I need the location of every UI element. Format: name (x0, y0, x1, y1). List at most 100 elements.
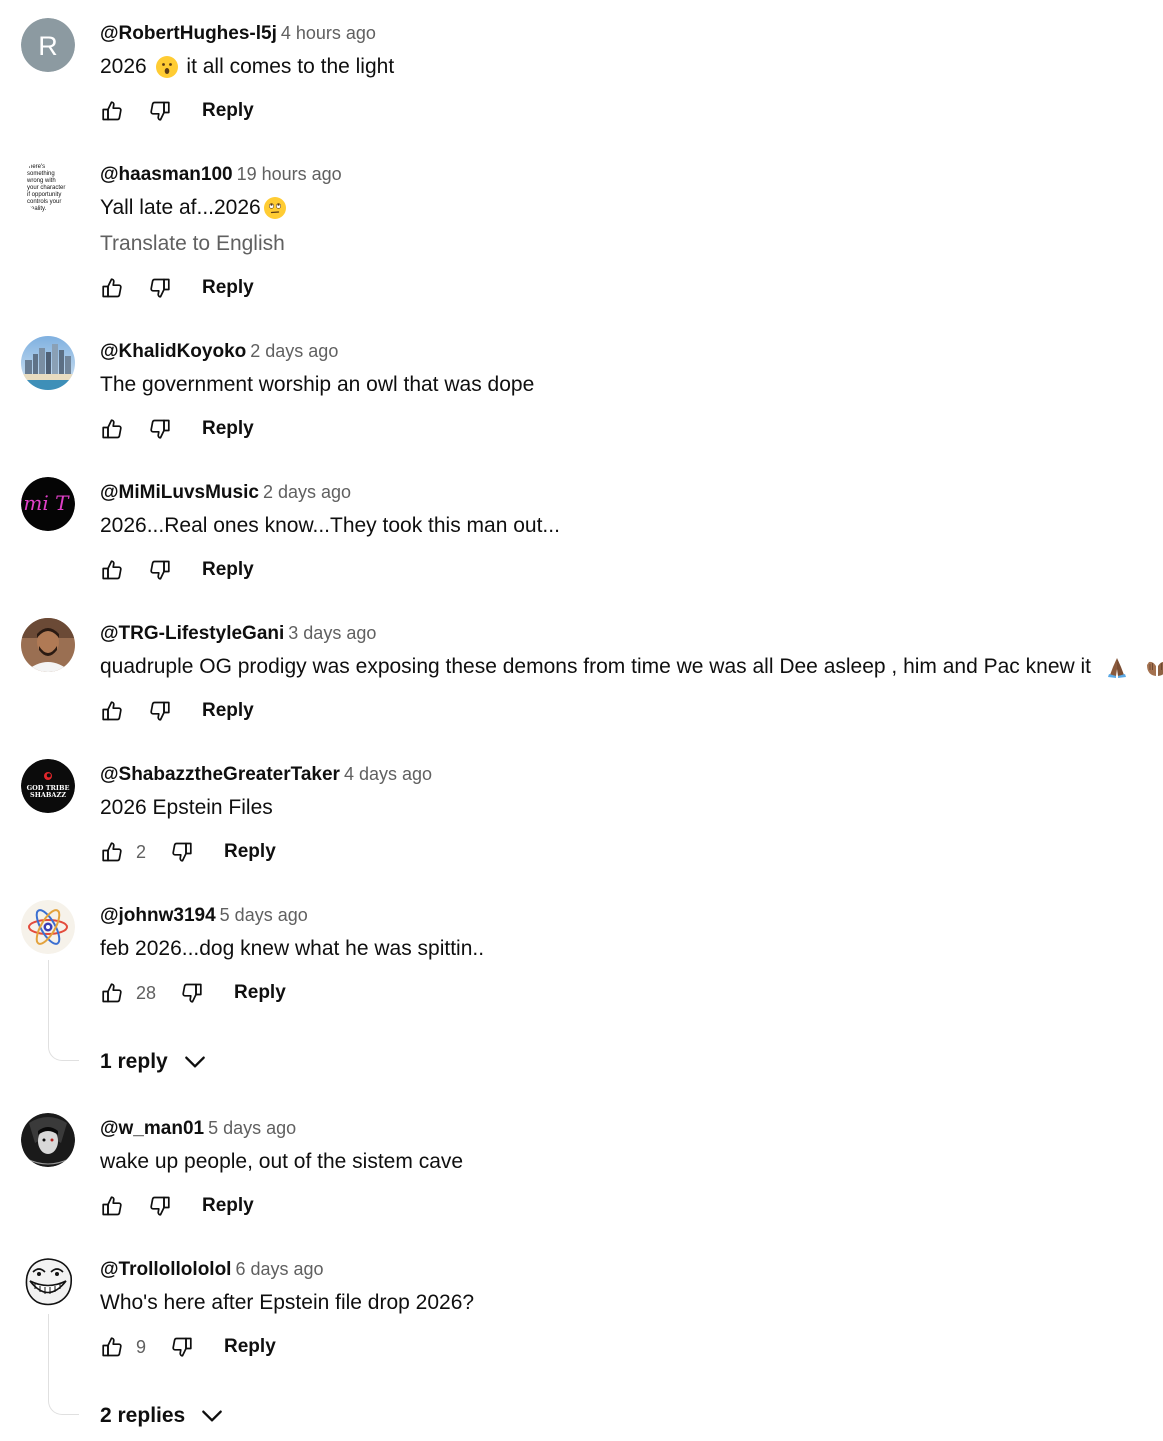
author-name[interactable]: @MiMiLuvsMusic (100, 482, 259, 503)
comment-item: @johnw3194 5 days ago feb 2026...dog knew… (0, 900, 1163, 1080)
thumbs-down-icon[interactable] (148, 99, 172, 123)
comment-text: Who's here after Epstein file drop 2026? (100, 1291, 475, 1314)
comment-actions: Reply (100, 272, 254, 304)
timestamp[interactable]: 4 hours ago (281, 23, 376, 43)
thumbs-down-icon[interactable] (148, 558, 172, 582)
comment-actions: 28 Reply (100, 977, 286, 1009)
timestamp[interactable]: 4 days ago (344, 764, 432, 784)
timestamp[interactable]: 2 days ago (263, 482, 351, 502)
comment-item: imi T @MiMiLuvsMusic 2 days ago 2026...Re… (0, 477, 1163, 587)
palms-up-emoji (1145, 655, 1163, 679)
avatar[interactable] (21, 900, 75, 954)
timestamp[interactable]: 19 hours ago (237, 164, 342, 184)
avatar[interactable]: here's something wrong with your charact… (21, 159, 75, 213)
comment-item: here's something wrong with your charact… (0, 159, 1163, 309)
avatar-text-line: something (27, 171, 55, 177)
thumbs-down-icon[interactable] (180, 981, 204, 1005)
comment-item: GOD TRIBE SHABAZZ @ShabazztheGreaterTake… (0, 759, 1163, 869)
comment-text: The government worship an owl that was d… (100, 373, 535, 396)
comment-actions: Reply (100, 1190, 254, 1222)
reply-button[interactable]: Reply (234, 982, 286, 1004)
thumbs-down-icon[interactable] (148, 417, 172, 441)
author-name[interactable]: @Trollollololol (100, 1259, 231, 1280)
comment-actions: Reply (100, 95, 254, 127)
comment-header: @ShabazztheGreaterTaker 4 days ago (100, 759, 432, 789)
comment-text: feb 2026...dog knew what he was spittin.… (100, 937, 485, 960)
avatar[interactable] (21, 1254, 75, 1308)
timestamp[interactable]: 6 days ago (235, 1259, 323, 1279)
thumbs-up-icon[interactable] (100, 699, 124, 723)
praying-hands-emoji (1105, 655, 1129, 679)
avatar[interactable]: imi T (21, 477, 75, 531)
thumbs-up-icon[interactable] (100, 99, 124, 123)
view-replies-button[interactable]: 2 replies (100, 1401, 225, 1431)
comment-text-part: Yall late af...2026 (100, 196, 261, 219)
thumbs-up-icon[interactable] (100, 1335, 124, 1359)
reply-button[interactable]: Reply (202, 559, 254, 581)
comment-header: @KhalidKoyoko 2 days ago (100, 336, 338, 366)
thumbs-up-icon[interactable] (100, 981, 124, 1005)
reply-button[interactable]: Reply (202, 277, 254, 299)
author-name[interactable]: @ShabazztheGreaterTaker (100, 764, 340, 785)
chevron-down-icon (199, 1403, 225, 1429)
thumbs-down-icon[interactable] (148, 276, 172, 300)
comment-actions: 2 Reply (100, 836, 276, 868)
comment-header: @Trollollololol 6 days ago (100, 1254, 324, 1284)
comment-item: @Trollollololol 6 days ago Who's here aft… (0, 1254, 1163, 1434)
eye-roll-emoji (263, 196, 287, 220)
thumbs-up-icon[interactable] (100, 1194, 124, 1218)
comment-header: @MiMiLuvsMusic 2 days ago (100, 477, 351, 507)
avatar[interactable] (21, 1113, 75, 1167)
comment-actions: Reply (100, 554, 254, 586)
comment-header: @RobertHughes-l5j 4 hours ago (100, 18, 376, 48)
avatar[interactable] (21, 618, 75, 672)
avatar-text-line: reality. (29, 206, 47, 212)
comment-actions: 9 Reply (100, 1331, 276, 1363)
timestamp[interactable]: 5 days ago (208, 1118, 296, 1138)
author-name[interactable]: @w_man01 (100, 1118, 204, 1139)
avatar[interactable]: GOD TRIBE SHABAZZ (21, 759, 75, 813)
comment-text: 2026 Epstein Files (100, 796, 273, 819)
like-count: 9 (136, 1336, 147, 1357)
view-replies-button[interactable]: 1 reply (100, 1047, 208, 1077)
comment-text: 2026...Real ones know...They took this m… (100, 514, 560, 537)
timestamp[interactable]: 5 days ago (220, 905, 308, 925)
author-name[interactable]: @KhalidKoyoko (100, 341, 246, 362)
thumbs-down-icon[interactable] (170, 840, 194, 864)
thumbs-down-icon[interactable] (170, 1335, 194, 1359)
comment-text-part: quadruple OG prodigy was exposing these … (100, 655, 1091, 678)
svg-text:SHABAZZ: SHABAZZ (30, 791, 66, 799)
author-name[interactable]: @TRG-LifestyleGani (100, 623, 284, 644)
thumbs-up-icon[interactable] (100, 417, 124, 441)
thumbs-down-icon[interactable] (148, 1194, 172, 1218)
reply-button[interactable]: Reply (202, 1195, 254, 1217)
thumbs-down-icon[interactable] (148, 699, 172, 723)
comment-header: @w_man01 5 days ago (100, 1113, 296, 1143)
comment-text: 2026 it all comes to the light (100, 52, 394, 82)
comment-text-part: it all comes to the light (180, 55, 395, 78)
svg-text:R: R (38, 31, 58, 61)
thumbs-up-icon[interactable] (100, 558, 124, 582)
thumbs-up-icon[interactable] (100, 276, 124, 300)
avatar-text-line: controls your (27, 199, 61, 205)
chevron-down-icon (182, 1049, 208, 1075)
timestamp[interactable]: 2 days ago (250, 341, 338, 361)
thumbs-up-icon[interactable] (100, 840, 124, 864)
comment-item: @w_man01 5 days ago wake up people, out o… (0, 1113, 1163, 1223)
timestamp[interactable]: 3 days ago (288, 623, 376, 643)
avatar[interactable] (21, 336, 75, 390)
author-name[interactable]: @johnw3194 (100, 905, 216, 926)
avatar[interactable]: R (21, 18, 75, 72)
reply-button[interactable]: Reply (224, 841, 276, 863)
author-name[interactable]: @RobertHughes-l5j (100, 23, 277, 44)
author-name[interactable]: @haasman100 (100, 164, 233, 185)
reply-button[interactable]: Reply (202, 700, 254, 722)
comment-item: R @RobertHughes-l5j 4 hours ago 2026 it a… (0, 18, 1163, 128)
reply-button[interactable]: Reply (224, 1336, 276, 1358)
translate-link[interactable]: Translate to English (100, 229, 285, 259)
comment-item: @KhalidKoyoko 2 days ago The government w… (0, 336, 1163, 446)
reply-button[interactable]: Reply (202, 418, 254, 440)
reply-button[interactable]: Reply (202, 100, 254, 122)
surprised-face-emoji (155, 55, 179, 79)
comment-header: @haasman100 19 hours ago (100, 159, 342, 189)
